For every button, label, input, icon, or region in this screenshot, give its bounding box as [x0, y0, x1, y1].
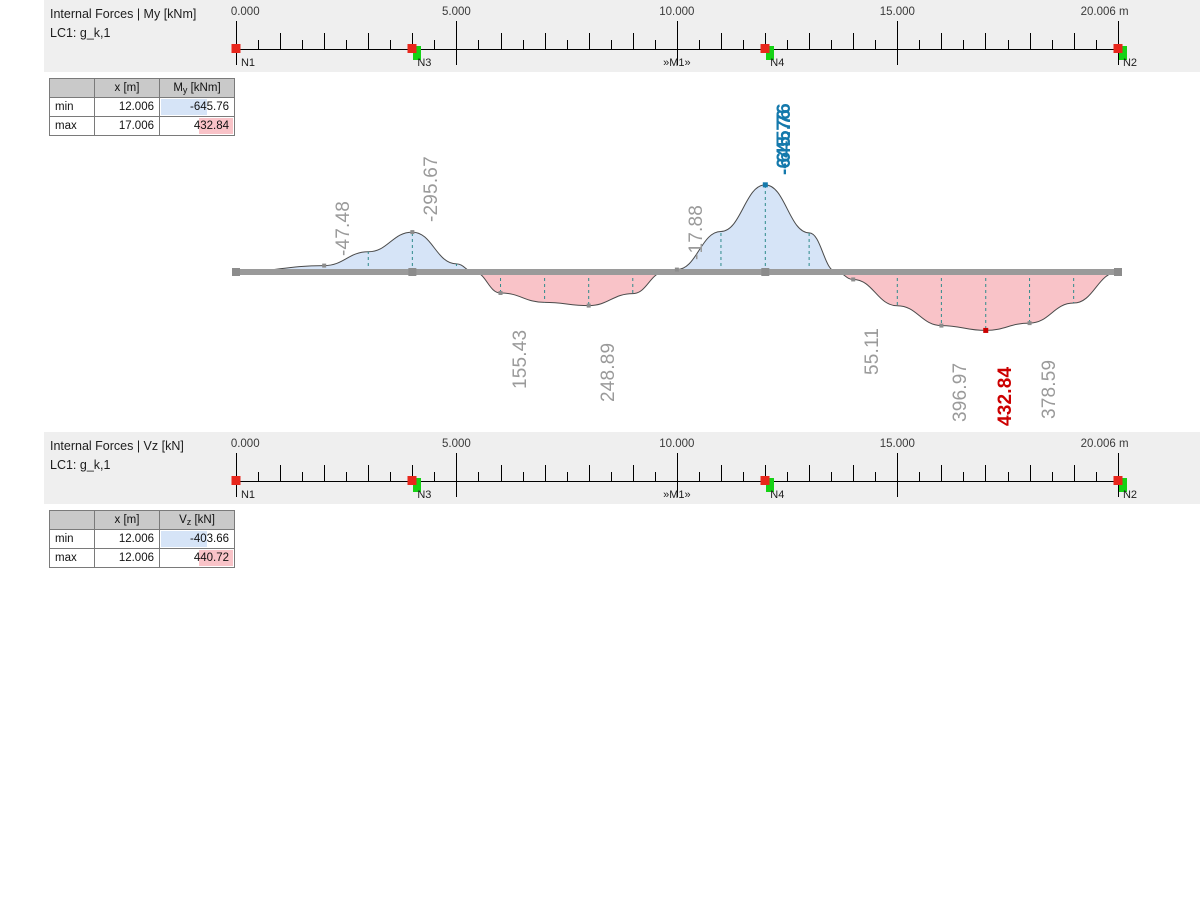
panel-vz: Internal Forces | Vz [kN] LC1: g_k,1 0.0… [0, 432, 1200, 900]
beam-node-n2[interactable] [1114, 268, 1122, 276]
value-point-marker[interactable] [983, 327, 989, 333]
value-label: -17.88 [685, 204, 707, 260]
value-point-marker[interactable] [1027, 321, 1032, 326]
value-point-marker[interactable] [322, 263, 327, 268]
force-diagram-svg [0, 432, 1200, 900]
value-label: -645.76 [774, 102, 796, 169]
beam-node-n4[interactable] [761, 268, 770, 276]
value-label: 432.84 [994, 367, 1016, 427]
value-point-marker[interactable] [498, 290, 503, 295]
region-negative [236, 232, 475, 272]
value-point-marker[interactable] [939, 323, 944, 328]
value-label: 155.43 [509, 329, 531, 389]
internal-forces-result-view: Internal Forces | My [kNm] LC1: g_k,1 0.… [0, 0, 1200, 900]
panel-my: Internal Forces | My [kNm] LC1: g_k,1 0.… [0, 0, 1200, 426]
value-point-marker[interactable] [851, 277, 856, 282]
diagram-vz: -60.65-200.61136.73-43.33-223.39-403.66-… [0, 432, 1200, 900]
region-positive [836, 272, 1118, 331]
value-point-marker[interactable] [586, 303, 591, 308]
region-positive [474, 272, 665, 306]
value-label: 378.59 [1038, 359, 1060, 420]
beam-node-n1[interactable] [232, 268, 240, 276]
value-label: 396.97 [950, 362, 972, 422]
value-label: 248.89 [597, 342, 619, 402]
value-label: -295.67 [421, 156, 443, 223]
diagram-my: -47.48 -295.67 155.43 248.89 -17.88 -645.76 -6… [0, 0, 1200, 426]
value-point-marker[interactable] [674, 267, 679, 272]
value-label: 55.11 [862, 328, 884, 376]
beam-node-n3[interactable] [408, 268, 417, 276]
value-label: -47.48 [333, 200, 355, 256]
value-point-marker[interactable] [410, 230, 415, 235]
value-point-marker[interactable] [762, 182, 768, 188]
